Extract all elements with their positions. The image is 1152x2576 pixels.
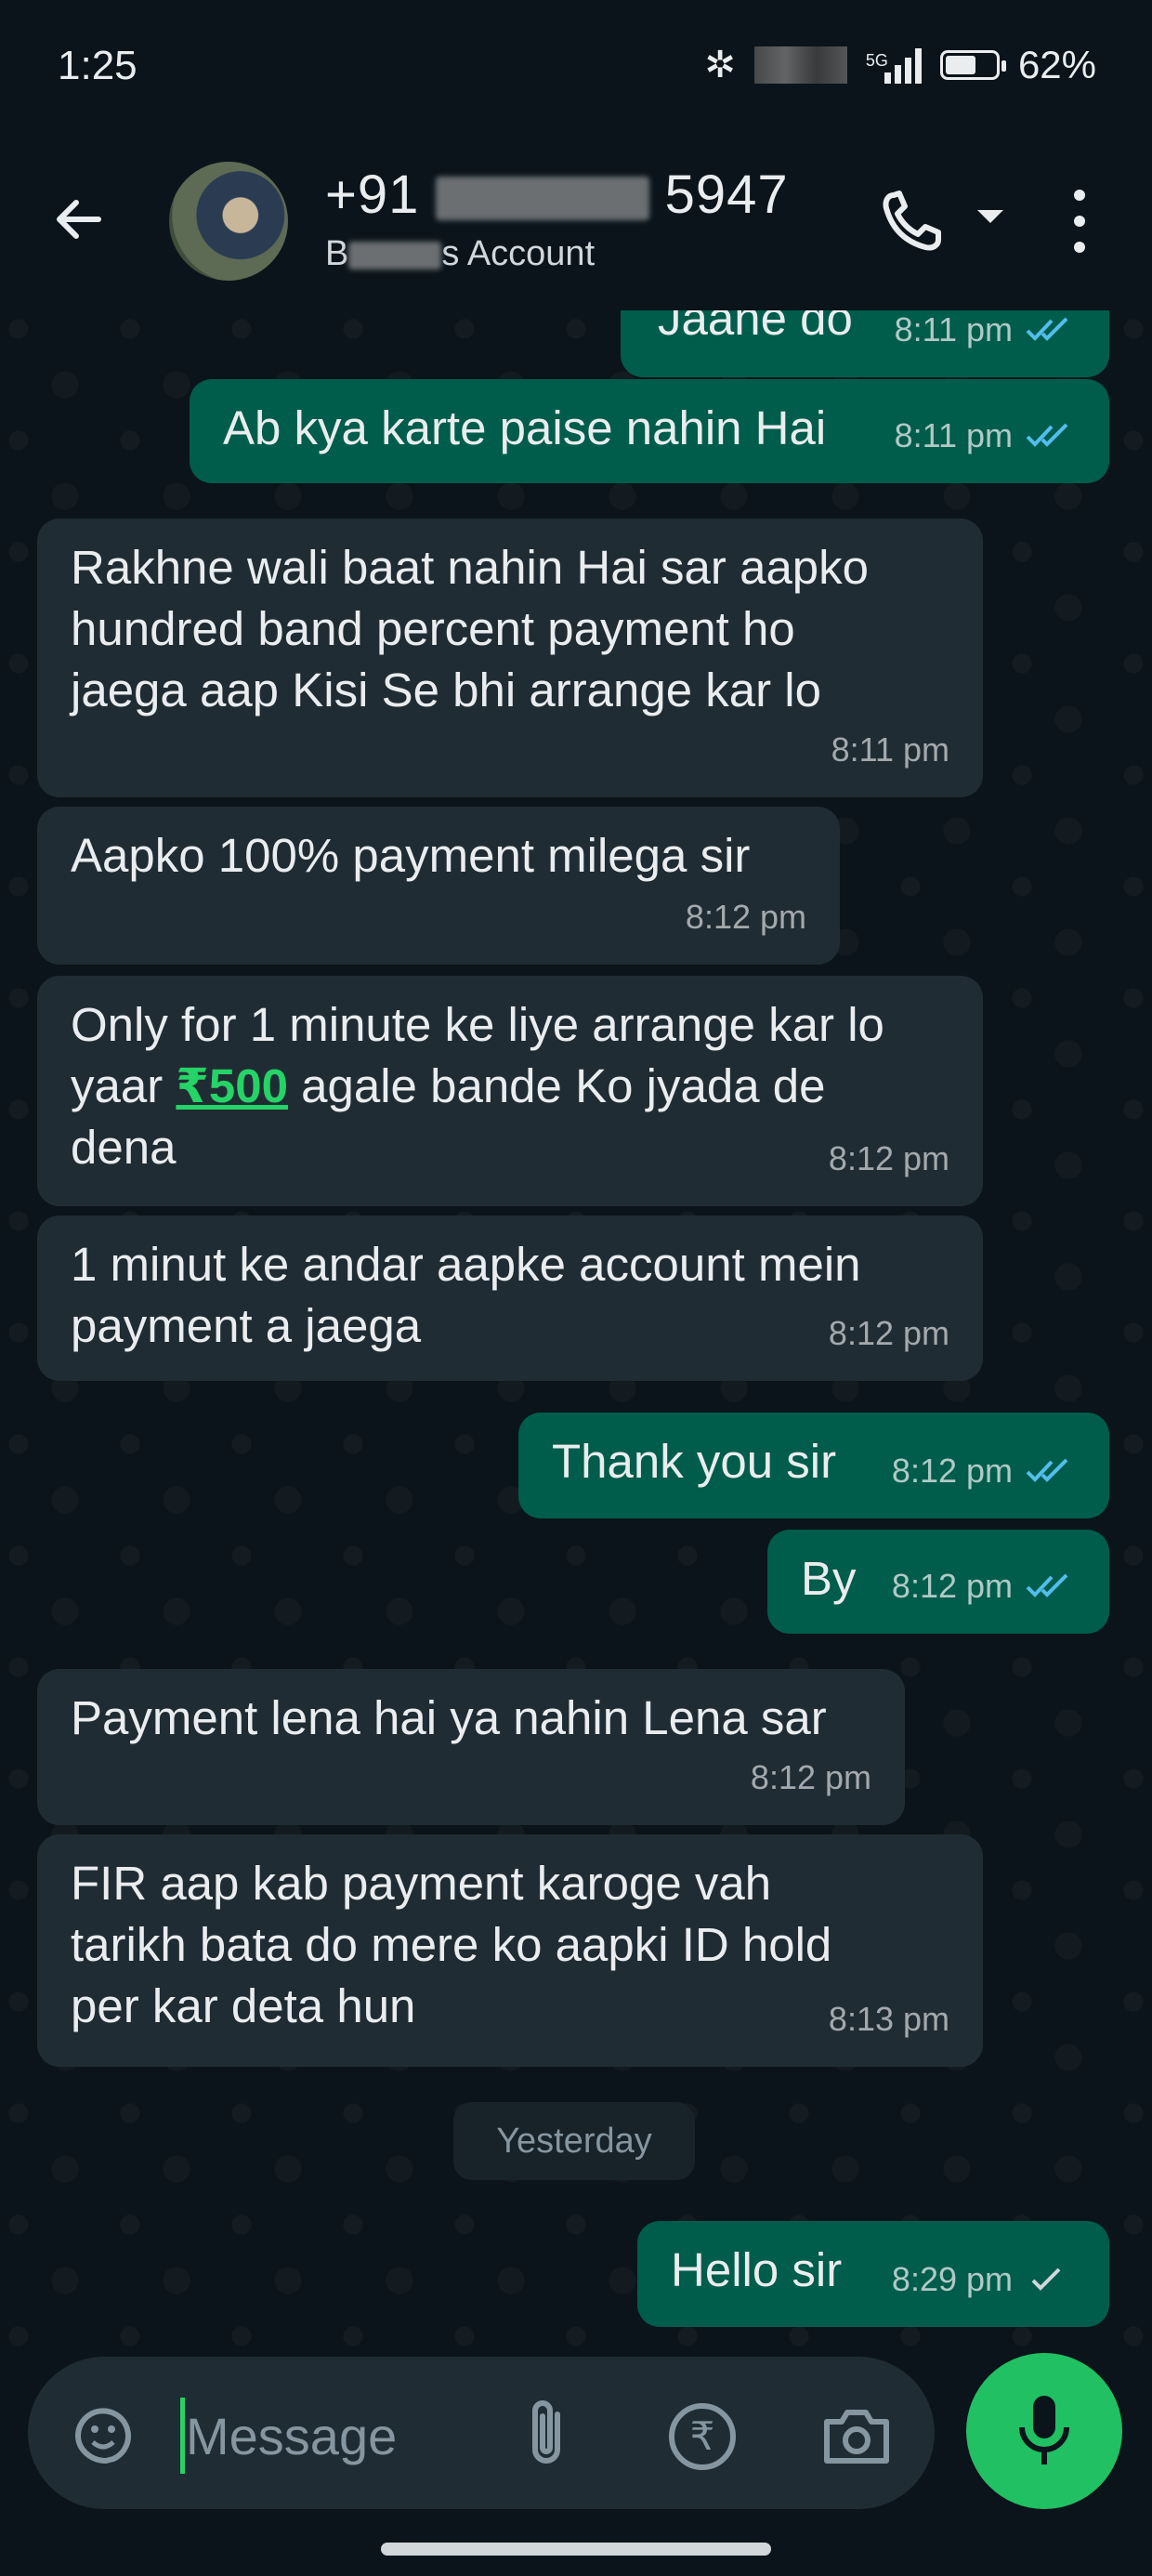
message-composer: ₹ [28,2357,935,2509]
message-input[interactable] [186,2394,465,2477]
mic-icon [1019,2396,1069,2464]
sticker-icon[interactable] [69,2401,137,2470]
message-meta: 8:11 pm [895,310,1076,361]
redacted-number [435,177,649,220]
message-incoming[interactable]: Aapko 100% payment milega sir 8:12 pm [37,807,840,965]
message-meta: 8:12 pm [828,1314,949,1352]
chat-header: +91 5947 Bs Account [0,138,1152,310]
message-outgoing[interactable]: Thank you sir 8:12 pm [518,1413,1109,1518]
message-incoming[interactable]: 1 minut ke andar aapke account mein paym… [37,1216,983,1381]
home-indicator[interactable] [381,2543,771,2556]
message-meta: 8:29 pm [892,2249,1076,2310]
message-meta: 8:11 pm [831,730,949,769]
rupee-payment-icon[interactable]: ₹ [669,2403,736,2470]
message-meta: 8:12 pm [892,1556,1076,1617]
message-incoming[interactable]: Payment lena hai ya nahin Lena sar 8:12 … [37,1669,905,1825]
message-meta: 8:11 pm [895,405,1076,467]
contact-name[interactable]: +91 5947 [325,164,789,226]
message-outgoing[interactable]: Hello sir 8:29 pm [637,2221,1109,2327]
status-time: 1:25 [58,43,137,88]
more-vertical-icon[interactable] [1068,190,1091,253]
phone-icon[interactable] [877,188,944,255]
read-ticks-icon [1026,317,1068,341]
battery-percent: 62% [1017,43,1096,86]
message-meta: 8:13 pm [828,2000,949,2038]
avatar[interactable] [169,162,288,281]
message-meta: 8:12 pm [750,1758,871,1796]
message-outgoing[interactable]: Ab kya karte paise nahin Hai 8:11 pm [190,379,1109,483]
back-arrow-icon[interactable] [48,190,108,249]
message-meta: 8:12 pm [892,1440,1076,1502]
message-incoming[interactable]: Only for 1 minute ke liye arrange kar lo… [37,976,983,1206]
message-outgoing[interactable]: Jaane do 8:11 pm [621,310,1109,377]
redacted-name [348,241,442,270]
contact-subtitle[interactable]: Bs Account [325,234,595,274]
amount-link[interactable]: ₹500 [176,1059,288,1112]
battery-icon [939,50,1006,80]
redacted-icons [753,46,847,84]
text-cursor [180,2398,185,2474]
message-incoming[interactable]: FIR aap kab payment karoge vah tarikh ba… [37,1834,983,2067]
dropdown-caret-icon[interactable] [977,210,1003,223]
status-icons: ✲ 5G 62% [704,43,1096,87]
read-ticks-icon [1026,1573,1068,1597]
mic-button[interactable] [966,2353,1122,2509]
network-type: 5G [865,51,888,70]
status-bar: 1:25 ✲ 5G 62% [0,0,1152,138]
read-ticks-icon [1026,423,1068,447]
attach-icon[interactable] [520,2396,576,2470]
date-separator: Yesterday [453,2102,695,2180]
message-meta: 8:12 pm [685,898,806,936]
signal-icon: 5G [866,46,922,84]
read-ticks-icon [1026,1458,1068,1482]
message-meta: 8:12 pm [828,1139,949,1177]
message-incoming[interactable]: Rakhne wali baat nahin Hai sar aapko hun… [37,519,983,797]
sent-tick-icon [1031,2267,1061,2291]
chat-area[interactable]: Jaane do 8:11 pm Ab kya karte paise nahi… [0,310,1152,2355]
bluetooth-icon: ✲ [704,45,736,85]
camera-icon[interactable] [821,2405,892,2466]
message-outgoing[interactable]: By 8:12 pm [767,1530,1109,1634]
